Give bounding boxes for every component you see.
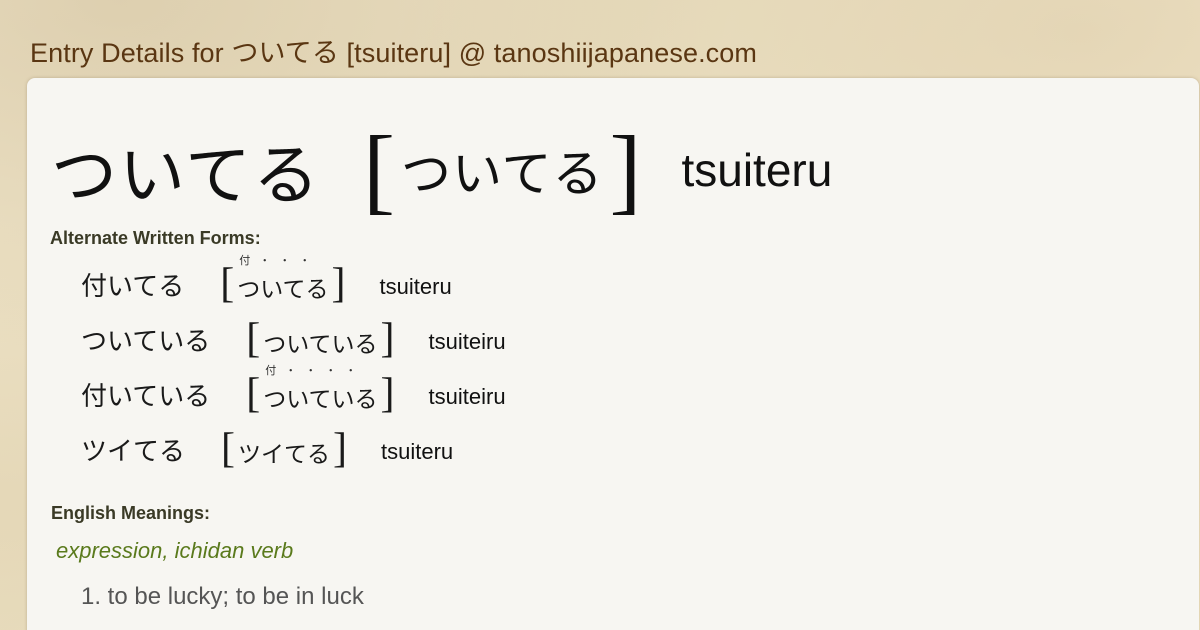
reading-bracket-close: ] [609,116,642,223]
furigana: 付・・・ [239,254,320,267]
alternate-form-romaji: tsuiteiru [428,329,506,354]
alternate-form-reading: 付・・・・ ついている [263,364,378,413]
reading-bracket-open: [ [363,116,395,223]
alternate-form-reading-group: [ 付・・・ ついてる ] [220,254,346,307]
alternate-form-romaji: tsuiteru [381,439,454,464]
furigana: 付・・・・ [265,364,366,377]
meaning-item: 1. to be lucky; to be in luck [81,583,364,610]
alternate-form-row: 付いている [ 付・・・・ ついている ] tsuiteiru [81,364,506,417]
alternate-form-reading-group: [ 付・・・・ ついている ] [246,364,395,417]
alternate-form-written: ついている [81,326,211,357]
alternate-form-row: ツイてる [ ツイてる ] tsuiteru [81,428,453,470]
alternate-form-reading: ツイてる [238,442,331,468]
alternate-forms-heading: Alternate Written Forms: [50,228,261,248]
entry-romaji: tsuiteru [681,144,833,196]
alternate-form-row: ついている [ ついている ] tsuiteiru [81,318,506,360]
alternate-form-row: 付いてる [ 付・・・ ついてる ] tsuiteru [81,254,452,307]
english-meanings-heading: English Meanings: [51,503,211,523]
entry-word: ついてる [51,137,322,214]
alternate-form-written: ツイてる [81,436,186,467]
alternate-form-written: 付いている [81,381,211,412]
alternate-form-romaji: tsuiteiru [428,384,506,409]
alternate-form-written: 付いてる [81,271,185,302]
entry-reading: ついてる [401,145,604,203]
alternate-form-reading-group: [ ツイてる ] [221,426,348,472]
entry-heading: ついてる [ ついてる ] tsuiteru [51,122,832,218]
alternate-form-reading-group: [ ついている ] [246,316,395,362]
alternate-form-reading: ついている [263,332,378,358]
page-title: Entry Details for ついてる [tsuiteru] @ tano… [30,38,757,68]
alternate-form-romaji: tsuiteru [379,274,452,299]
part-of-speech: expression, ichidan verb [56,538,294,563]
alternate-form-reading: 付・・・ ついてる [237,254,329,303]
entry-card: ついてる [ ついてる ] tsuiteru Alternate Written… [27,78,1199,630]
